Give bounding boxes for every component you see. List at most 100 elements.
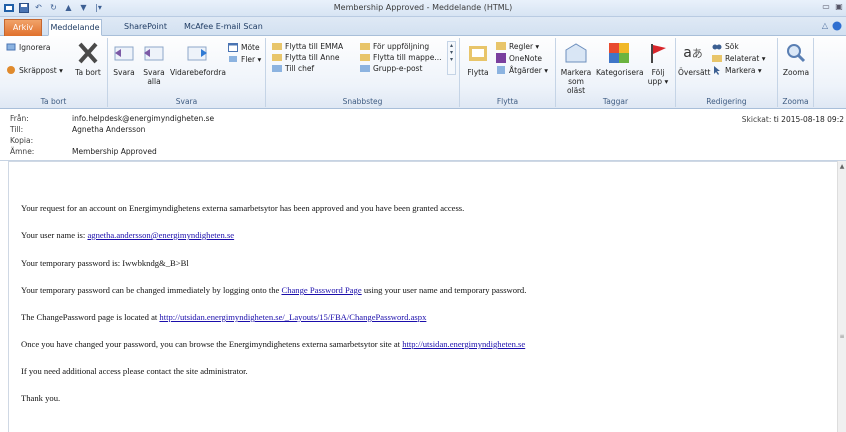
junk-button[interactable]: Skräppost ▾ [6,65,63,75]
quickstep-group-mail[interactable]: Grupp-e-post [360,63,422,73]
body-p1: Your request for an account on Energimyn… [21,203,465,213]
quickstep-move-folder[interactable]: Flytta till mappe... [360,52,441,62]
actions-button[interactable]: Åtgärder ▾ [496,65,548,75]
username-link[interactable]: agnetha.andersson@energimyndigheten.se [87,230,234,240]
group-respond-label: Svara [175,97,198,106]
ribbon-tabs: Arkiv Meddelande SharePoint McAfee E-mai… [0,17,846,36]
sent-value: ti 2015-08-18 09:2 [773,115,844,124]
reply-icon [110,40,138,66]
find-button[interactable]: Sök [712,41,739,51]
group-tags-label: Taggar [602,97,629,106]
title-bar: ↶ ↻ ▲ ▼ |▾ Membership Approved - Meddela… [0,0,846,17]
magnifier-icon [782,40,810,66]
onenote-button[interactable]: OneNote [496,53,542,63]
quicksteps-scroll[interactable]: ▴ ▾ ▾ [447,41,456,75]
flag-icon [644,40,672,66]
window-controls: ▭ ▣ [821,2,844,12]
move-folder-icon [272,41,282,51]
tab-file[interactable]: Arkiv [4,19,42,36]
categorize-icon [605,40,633,66]
tab-sharepoint[interactable]: SharePoint [116,19,175,36]
from-label: Från: [10,114,29,123]
group-zoom: Zooma Zooma [778,38,814,107]
translate-icon: aあ [683,44,703,61]
calendar-icon [228,42,238,52]
body-p8: Thank you. [21,393,61,403]
reply-button[interactable]: Svara [110,40,138,77]
follow-up-button[interactable]: Följ upp ▾ [644,40,672,86]
unread-mail-icon [562,40,590,66]
forward-icon [183,40,211,66]
group-tags: Markera som oläst Kategorisera Följ upp … [556,38,676,107]
forward-button[interactable]: Vidarebefordra [170,40,226,77]
subject-label: Ämne: [10,147,35,156]
site-url-link[interactable]: http://utsidan.energimyndigheten.se [402,339,525,349]
quickstep-emma[interactable]: Flytta till EMMA [272,41,343,51]
actions-icon [496,65,506,75]
tab-mcafee[interactable]: McAfee E-mail Scan [176,19,271,36]
sent-info: Skickat: ti 2015-08-18 09:2 [742,115,844,124]
ignore-button[interactable]: Ignorera [6,42,51,52]
rules-button[interactable]: Regler ▾ [496,41,539,51]
quickstep-anne[interactable]: Flytta till Anne [272,52,340,62]
group-quicksteps-label: Snabbsteg [342,97,383,106]
body-p3: Your temporary password is: Iwwbkndg&_B>… [21,258,189,268]
group-move: Flytta Regler ▾ OneNote Åtgärder ▾ Flytt… [460,38,556,107]
change-password-url-link[interactable]: http://utsidan.energimyndigheten.se/_Lay… [159,312,426,322]
tab-message[interactable]: Meddelande [48,19,102,36]
group-editing: aあ Översätt Sök Relaterat ▾ Markera ▾ Re… [676,38,778,107]
message-header: Från: info.helpdesk@energimyndigheten.se… [0,109,846,161]
to-value[interactable]: Agnetha Andersson [72,125,145,134]
meeting-button[interactable]: Möte [228,42,260,52]
scroll-up-icon[interactable]: ▲ [838,163,846,170]
body-p2: Your user name is: agnetha.andersson@ene… [21,230,235,240]
reply-all-icon [140,40,168,66]
select-button[interactable]: Markera ▾ [712,65,762,75]
group-quicksteps: Flytta till EMMA Flytta till Anne Till c… [266,38,460,107]
ignore-icon [6,42,16,52]
group-editing-label: Redigering [706,97,747,106]
delete-x-icon [74,40,102,66]
restore-icon[interactable]: ▣ [834,2,844,12]
quickstep-followup[interactable]: För uppföljning [360,41,429,51]
sent-label: Skickat: [741,115,772,124]
subject-value: Membership Approved [72,147,157,156]
zoom-button[interactable]: Zooma [782,40,810,77]
body-p6: Once you have changed your password, you… [21,339,526,349]
move-folder-icon [360,52,370,62]
body-p5: The ChangePassword page is located at ht… [21,312,427,322]
help-icon[interactable] [832,21,842,33]
change-password-link[interactable]: Change Password Page [281,285,361,295]
group-mail-icon [360,63,370,73]
cc-label: Kopia: [10,136,34,145]
mark-unread-button[interactable]: Markera som oläst [558,40,594,95]
onenote-icon [496,53,506,63]
rules-icon [496,41,506,51]
ribbon: Ignorera Skräppost ▾ Ta bort Ta bort Sva… [0,36,846,109]
more-icon [228,54,238,64]
translate-button[interactable]: aあ Översätt [678,40,710,78]
group-delete: Ignorera Skräppost ▾ Ta bort Ta bort [0,38,108,107]
related-button[interactable]: Relaterat ▾ [712,53,766,63]
forward-mail-icon [272,63,282,73]
move-folder-icon [272,52,282,62]
minimize-icon[interactable]: ▭ [821,2,831,12]
delete-button[interactable]: Ta bort [74,40,102,77]
vertical-scrollbar[interactable]: ▲ ≡ [837,161,846,432]
move-icon [464,40,492,66]
group-respond: Svara Svara alla Vidarebefordra Möte Fle… [108,38,266,107]
scroll-grip-icon[interactable]: ≡ [839,333,845,343]
related-icon [712,53,722,63]
more-respond-button[interactable]: Fler ▾ [228,54,261,64]
to-label: Till: [10,125,24,134]
body-p4: Your temporary password can be changed i… [21,285,527,295]
binoculars-icon [712,41,722,51]
categorize-button[interactable]: Kategorisera [596,40,644,77]
window-title: Membership Approved - Meddelande (HTML) [333,3,513,12]
move-button[interactable]: Flytta [464,40,492,77]
from-value[interactable]: info.helpdesk@energimyndigheten.se [72,114,214,123]
reply-all-button[interactable]: Svara alla [140,40,168,86]
quickstep-manager[interactable]: Till chef [272,63,314,73]
collapse-ribbon-icon[interactable]: △ [822,21,828,33]
message-body [8,161,838,432]
